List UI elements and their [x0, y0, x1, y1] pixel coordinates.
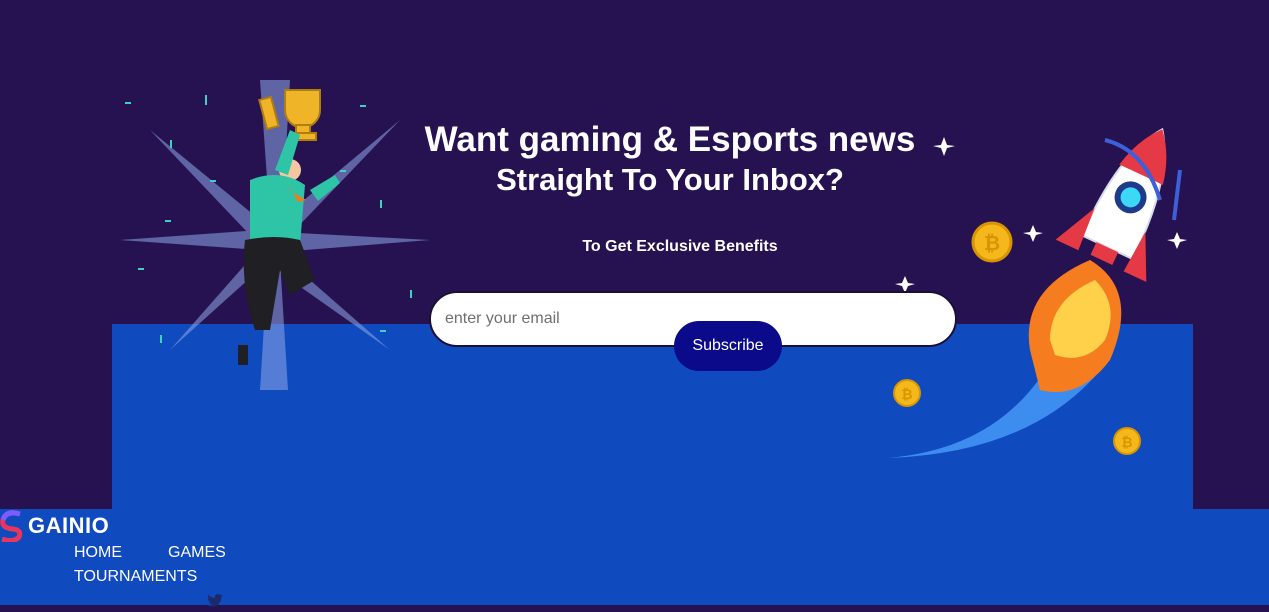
newsletter-subheadline: To Get Exclusive Benefits: [582, 238, 778, 255]
gainio-logo-icon: [0, 510, 23, 542]
nav-tournaments[interactable]: TOURNAMENTS: [74, 568, 197, 586]
svg-text:₿: ₿: [901, 387, 912, 403]
brand-name: GAINIO: [28, 513, 110, 538]
subscribe-button[interactable]: Subscribe: [674, 321, 782, 371]
trophy-celebration-illustration: [120, 80, 430, 390]
nav-games[interactable]: GAMES: [168, 544, 226, 562]
brand-logo[interactable]: GAINIO: [0, 510, 109, 542]
coin-icon: ₿: [971, 221, 1013, 263]
svg-text:₿: ₿: [984, 231, 1000, 255]
nav-home[interactable]: HOME: [74, 544, 122, 562]
twitter-icon[interactable]: [207, 594, 223, 612]
newsletter-headline-line2: Straight To Your Inbox?: [496, 162, 844, 197]
newsletter-headline-line1: Want gaming & Esports news: [424, 120, 916, 159]
svg-text:₿: ₿: [1121, 435, 1132, 451]
